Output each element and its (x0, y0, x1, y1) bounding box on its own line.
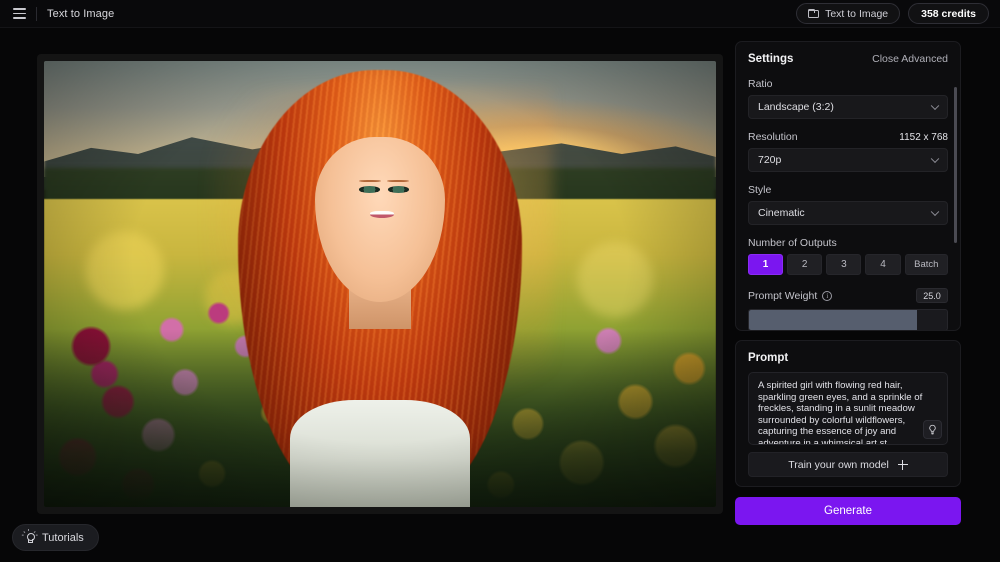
outputs-option-3[interactable]: 3 (826, 254, 861, 275)
prompt-weight-value[interactable]: 25.0 (916, 288, 948, 303)
prompt-suggest-lightbulb-icon[interactable] (923, 420, 942, 439)
top-divider (36, 7, 37, 21)
settings-panel: Settings Close Advanced Ratio Landscape … (735, 41, 961, 331)
style-select[interactable]: Cinematic (748, 201, 948, 225)
image-vignette (44, 61, 716, 507)
resolution-label: Resolution (748, 131, 798, 143)
close-advanced-button[interactable]: Close Advanced (872, 53, 948, 65)
info-icon[interactable]: i (822, 291, 832, 301)
hamburger-menu-icon[interactable] (6, 0, 32, 28)
settings-header: Settings Close Advanced (748, 53, 948, 65)
resolution-select[interactable]: 720p (748, 148, 948, 172)
prompt-text[interactable]: A spirited girl with flowing red hair, s… (758, 380, 938, 445)
train-label: Train your own model (788, 459, 889, 471)
prompt-weight-row: Prompt Weight i 25.0 (748, 288, 948, 303)
credits-label: 358 credits (921, 8, 976, 20)
folder-icon (808, 9, 819, 18)
prompt-title: Prompt (748, 352, 948, 364)
outputs-option-1[interactable]: 1 (748, 254, 783, 275)
outputs-option-batch[interactable]: Batch (905, 254, 948, 275)
tutorials-label: Tutorials (42, 532, 84, 544)
prompt-weight-slider-fill (749, 310, 917, 330)
train-your-own-model-button[interactable]: Train your own model (748, 452, 948, 477)
settings-title: Settings (748, 53, 793, 65)
chevron-down-icon (931, 155, 939, 163)
resolution-value: 720p (758, 154, 781, 166)
lightbulb-icon (24, 532, 35, 543)
resolution-label-row: Resolution 1152 x 768 (748, 131, 948, 143)
outputs-option-4[interactable]: 4 (865, 254, 900, 275)
ratio-label: Ratio (748, 78, 773, 90)
outputs-label: Number of Outputs (748, 237, 837, 249)
generated-image[interactable] (44, 61, 716, 507)
generate-button[interactable]: Generate (735, 497, 961, 525)
plus-icon (898, 460, 908, 470)
prompt-content: Prompt A spirited girl with flowing red … (736, 341, 960, 485)
ratio-select[interactable]: Landscape (3:2) (748, 95, 948, 119)
settings-scrollbar-thumb[interactable] (954, 87, 957, 243)
mode-pill-label: Text to Image (825, 8, 888, 20)
style-label-row: Style (748, 184, 948, 196)
prompt-weight-label-group: Prompt Weight i (748, 290, 832, 302)
ratio-value: Landscape (3:2) (758, 101, 834, 113)
mode-pill-text-to-image[interactable]: Text to Image (796, 3, 900, 24)
page-title: Text to Image (47, 8, 114, 20)
prompt-input[interactable]: A spirited girl with flowing red hair, s… (748, 372, 948, 445)
chevron-down-icon (931, 208, 939, 216)
chevron-down-icon (931, 102, 939, 110)
top-bar-actions: Text to Image 358 credits (796, 3, 1000, 24)
prompt-panel: Prompt A spirited girl with flowing red … (735, 340, 961, 487)
outputs-option-2[interactable]: 2 (787, 254, 822, 275)
lightbulb-rays (23, 531, 36, 544)
number-of-outputs-group: 1 2 3 4 Batch (748, 254, 948, 275)
style-value: Cinematic (758, 207, 805, 219)
image-canvas-frame[interactable] (37, 54, 723, 514)
ratio-label-row: Ratio (748, 78, 948, 90)
prompt-weight-slider[interactable] (748, 309, 948, 331)
outputs-label-row: Number of Outputs (748, 237, 948, 249)
style-label: Style (748, 184, 771, 196)
settings-scrollbar-track[interactable] (954, 62, 957, 314)
credits-badge[interactable]: 358 credits (908, 3, 989, 24)
app-root: Text to Image Text to Image 358 credits (0, 0, 1000, 562)
settings-content: Settings Close Advanced Ratio Landscape … (736, 42, 960, 331)
resolution-dimensions: 1152 x 768 (899, 132, 948, 143)
tutorials-button[interactable]: Tutorials (12, 524, 99, 551)
top-bar: Text to Image Text to Image 358 credits (0, 0, 1000, 28)
prompt-weight-label: Prompt Weight (748, 290, 817, 302)
